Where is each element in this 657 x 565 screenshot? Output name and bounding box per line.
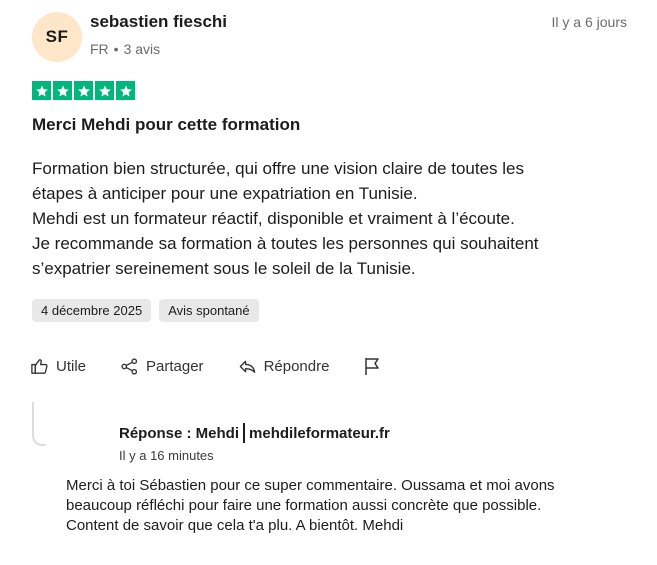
reply-line: Merci à toi Sébastien pour ce super comm… bbox=[66, 477, 555, 494]
review-title: Merci Mehdi pour cette formation bbox=[32, 115, 301, 134]
review-line: s’expatrier sereinement sous le soleil d… bbox=[32, 259, 416, 278]
star-rating bbox=[32, 81, 135, 100]
review-line: Formation bien structurée, qui offre une… bbox=[32, 159, 525, 178]
report-flag-button[interactable] bbox=[363, 356, 381, 376]
reply-header: Réponse : Mehdi mehdileformateur.fr bbox=[119, 423, 390, 443]
reply-line: beaucoup réfléchi pour faire une formati… bbox=[66, 497, 542, 514]
reply-time: Il y a 16 minutes bbox=[119, 448, 214, 463]
reply-author-label: Réponse : Mehdi bbox=[119, 424, 240, 442]
reply-connector bbox=[32, 402, 46, 446]
review-line: Je recommande sa formation à toutes les … bbox=[32, 234, 539, 253]
avatar[interactable]: SF bbox=[32, 12, 82, 62]
author-country: FR bbox=[90, 41, 109, 57]
reply-site[interactable]: mehdileformateur.fr bbox=[249, 425, 390, 442]
review-tags: 4 décembre 2025 Avis spontané bbox=[32, 299, 259, 322]
share-icon bbox=[120, 357, 139, 376]
useful-label: Utile bbox=[56, 357, 87, 375]
star-icon bbox=[32, 81, 51, 100]
star-icon bbox=[95, 81, 114, 100]
share-button[interactable]: Partager bbox=[120, 357, 204, 376]
author-name[interactable]: sebastien fieschi bbox=[90, 12, 227, 32]
reply-label: Répondre bbox=[263, 357, 330, 375]
useful-button[interactable]: Utile bbox=[30, 357, 86, 376]
reply-body: Merci à toi Sébastien pour ce super comm… bbox=[66, 476, 626, 536]
reply-line: Content de savoir que cela t'a plu. A bi… bbox=[66, 517, 404, 534]
star-icon bbox=[53, 81, 72, 100]
reply-button[interactable]: Répondre bbox=[238, 357, 330, 376]
reply-divider bbox=[243, 423, 246, 443]
spontaneous-review-tag[interactable]: Avis spontané bbox=[159, 299, 259, 322]
star-icon bbox=[74, 81, 93, 100]
meta-separator: • bbox=[113, 41, 119, 57]
review-line: étapes à anticiper pour une expatriation… bbox=[32, 184, 418, 203]
review-body: Formation bien structurée, qui offre une… bbox=[32, 156, 622, 281]
flag-icon bbox=[363, 356, 381, 376]
review-line: Mehdi est un formateur réactif, disponib… bbox=[32, 209, 515, 228]
author-review-count: 3 avis bbox=[123, 41, 161, 57]
share-label: Partager bbox=[146, 357, 204, 375]
review-date-ago: Il y a 6 jours bbox=[551, 14, 627, 30]
thumbs-up-icon bbox=[30, 357, 49, 376]
review-actions: Utile Partager Répondre bbox=[30, 356, 415, 376]
review-date-tag: 4 décembre 2025 bbox=[32, 299, 152, 322]
star-icon bbox=[116, 81, 135, 100]
author-meta: FR • 3 avis bbox=[90, 41, 160, 57]
reply-icon bbox=[238, 357, 257, 376]
